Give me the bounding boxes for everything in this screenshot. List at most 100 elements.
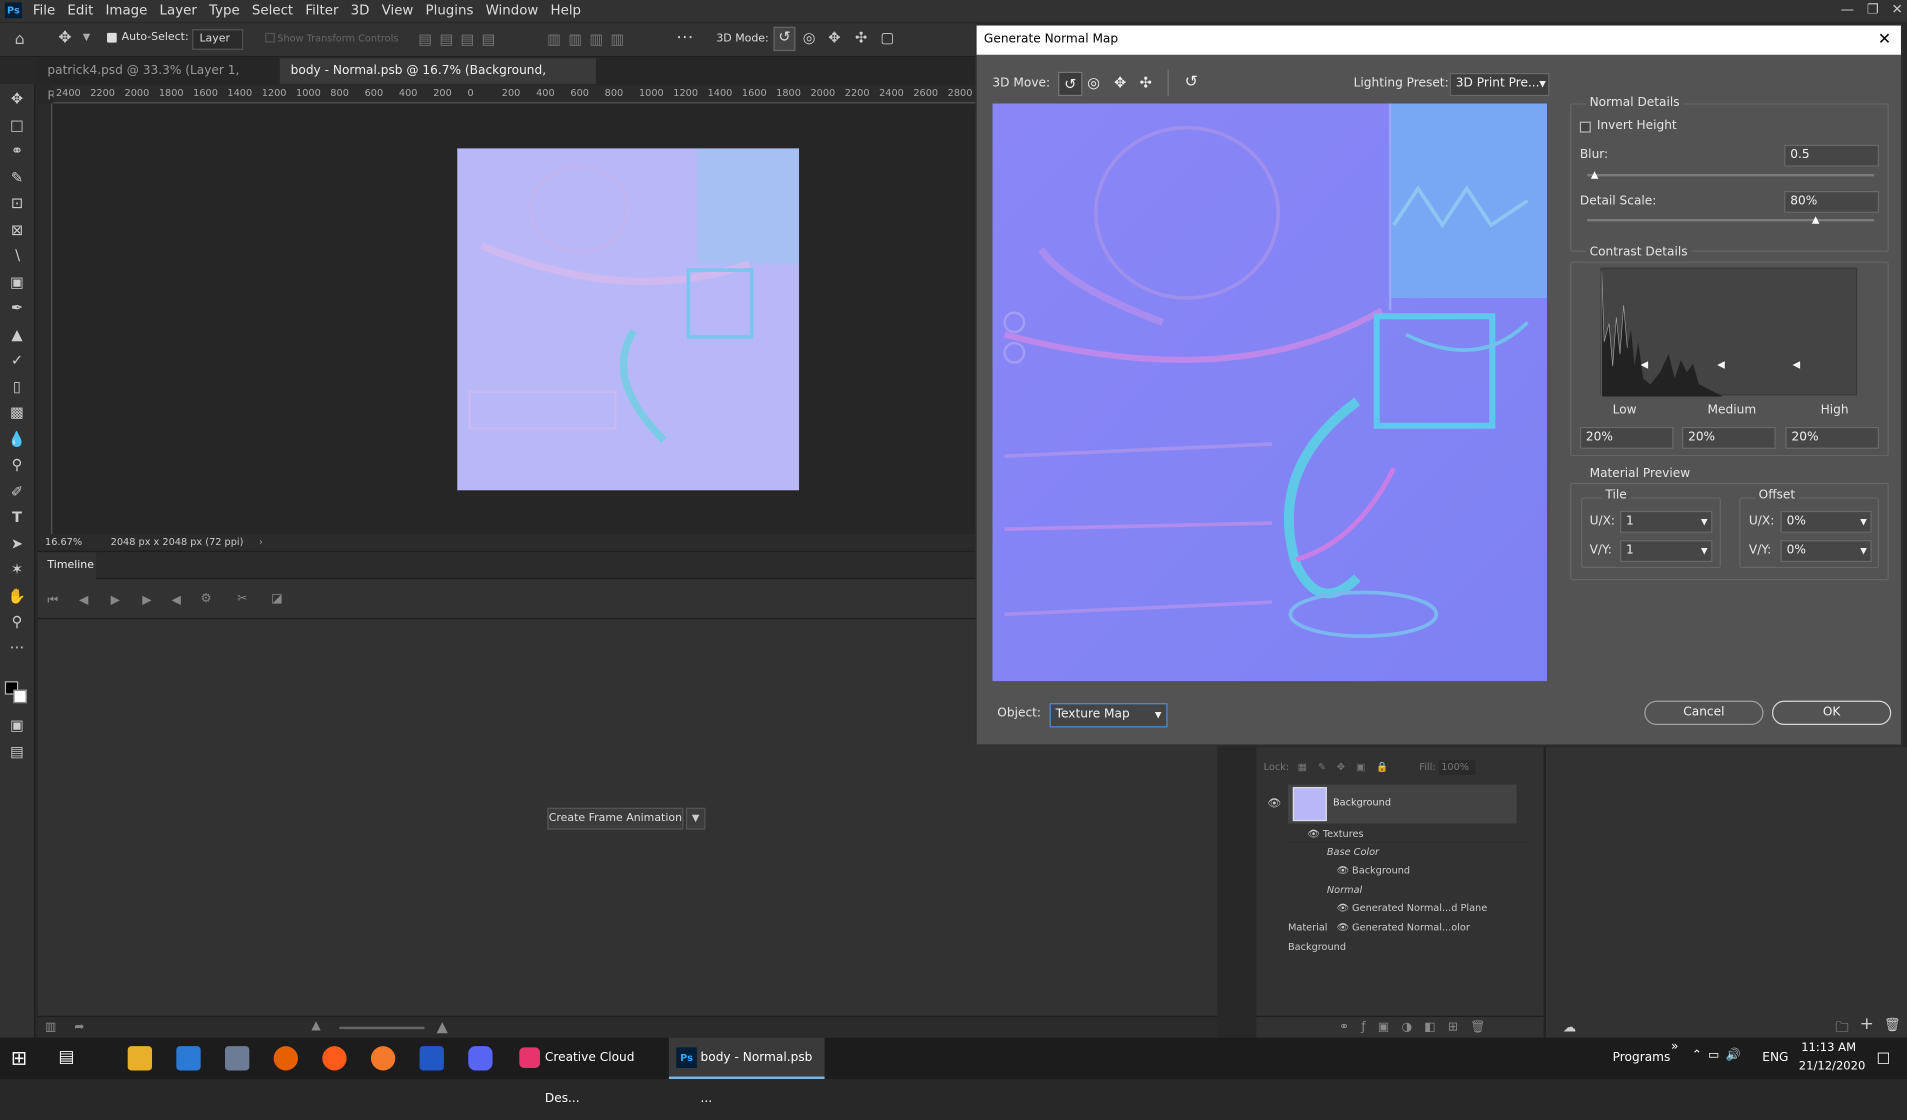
reset-icon[interactable]: ↺ — [1185, 73, 1198, 91]
roll-icon[interactable]: ◎ — [1087, 74, 1100, 91]
chevron-down-icon[interactable]: ▼ — [1701, 541, 1708, 560]
quick-mask-icon[interactable]: ▣ — [6, 716, 28, 733]
create-frame-animation-button[interactable]: Create Frame Animation — [547, 807, 684, 830]
detail-scale-input[interactable]: 80% — [1784, 190, 1880, 213]
discord-icon[interactable] — [468, 1046, 493, 1071]
browser-icon[interactable] — [322, 1046, 347, 1071]
firefox-icon[interactable] — [273, 1046, 298, 1071]
add-icon[interactable]: + — [1860, 1015, 1874, 1034]
zoom-out-icon[interactable]: ▲ — [311, 1019, 320, 1032]
brush-icon[interactable]: ✒ — [6, 299, 28, 316]
high-marker[interactable]: ◀ — [1793, 359, 1800, 370]
drag-3d-icon[interactable]: ✥ — [828, 29, 840, 46]
layer-textures[interactable]: 👁 Textures — [1287, 825, 1527, 844]
menu-edit[interactable]: Edit — [61, 0, 99, 21]
histogram[interactable]: ◀ ◀ ◀ — [1600, 267, 1858, 397]
menu-view[interactable]: View — [376, 0, 420, 21]
blur-slider-handle[interactable]: ▲ — [1591, 169, 1598, 180]
layer-base-background[interactable]: 👁 Background — [1288, 861, 1526, 880]
eraser-icon[interactable]: ▯ — [6, 378, 28, 395]
medium-input[interactable]: 20% — [1682, 426, 1776, 449]
chevron-down-icon[interactable]: ▼ — [1701, 512, 1708, 531]
dodge-icon[interactable]: ⚲ — [6, 456, 28, 473]
chevron-down-icon[interactable]: ▼ — [83, 32, 90, 43]
tile-u-input[interactable]: 1 ▼ — [1619, 510, 1713, 533]
play-icon[interactable]: ▶ — [111, 594, 120, 607]
gradient-icon[interactable]: ▩ — [6, 404, 28, 421]
menu-type[interactable]: Type — [203, 0, 246, 21]
auto-select-checkbox[interactable] — [107, 32, 117, 43]
tray-icons[interactable]: ⌃▭🔊 — [1692, 1049, 1747, 1062]
bootstrap-icon[interactable] — [419, 1046, 444, 1071]
path-select-icon[interactable]: ➤ — [6, 535, 28, 552]
pan-icon[interactable]: ✥ — [1114, 74, 1126, 91]
menu-filter[interactable]: Filter — [299, 0, 344, 21]
blur-input[interactable]: 0.5 — [1784, 144, 1880, 167]
chevron-right-icon[interactable]: » — [1671, 1040, 1678, 1053]
programs-toolbar[interactable]: Programs — [1613, 1051, 1671, 1064]
slide-icon[interactable]: ✣ — [1140, 74, 1152, 91]
low-marker[interactable]: ◀ — [1641, 359, 1648, 370]
marquee-icon[interactable]: □ — [6, 117, 28, 134]
next-frame-icon[interactable]: ▶ — [142, 594, 151, 607]
chevron-down-icon[interactable]: ▼ — [1860, 541, 1867, 560]
lock-icons[interactable]: ▦✎✥▣🔒 — [1298, 757, 1400, 779]
fill-input[interactable]: 100% — [1438, 760, 1476, 775]
canvas-area[interactable] — [53, 104, 976, 535]
layer-dropdown[interactable]: Layer — [192, 29, 244, 50]
object-select[interactable]: Texture Map ▼ — [1049, 703, 1168, 728]
task-view-icon[interactable]: ▤ — [58, 1047, 74, 1066]
eye-icon[interactable]: 👁 — [1337, 903, 1349, 914]
transform-checkbox[interactable] — [265, 32, 275, 43]
3d-tool-icon[interactable]: ✶ — [6, 561, 28, 578]
medium-marker[interactable]: ◀ — [1717, 359, 1724, 370]
blur-slider-track[interactable] — [1587, 173, 1875, 177]
more-options-icon[interactable]: ⋯ — [676, 28, 693, 47]
menu-image[interactable]: Image — [99, 0, 153, 21]
ok-button[interactable]: OK — [1772, 700, 1892, 726]
move-icon[interactable]: ✥ — [6, 90, 28, 107]
eye-icon[interactable]: 👁 — [1337, 865, 1349, 876]
history-brush-icon[interactable]: ✓ — [6, 352, 28, 369]
offset-v-input[interactable]: 0% ▼ — [1780, 540, 1872, 563]
eye-icon[interactable]: 👁 — [1267, 798, 1281, 810]
pen-icon[interactable]: ✐ — [6, 483, 28, 500]
settings-gear-icon[interactable]: ⚙ — [201, 592, 212, 605]
prev-frame-icon[interactable]: ◀ — [79, 594, 88, 607]
frames-icon[interactable]: ▥ — [45, 1021, 56, 1034]
first-frame-icon[interactable]: ⏮ — [47, 594, 58, 607]
audio-icon[interactable]: ◀ — [171, 594, 180, 607]
healing-icon[interactable]: ▣ — [6, 274, 28, 291]
chevron-down-icon[interactable]: ▼ — [1860, 512, 1867, 531]
store-icon[interactable] — [176, 1046, 201, 1071]
eye-icon[interactable]: 👁 — [1337, 922, 1349, 933]
quick-select-icon[interactable]: ✎ — [6, 169, 28, 186]
stamp-icon[interactable]: ▲ — [6, 326, 28, 343]
transition-icon[interactable]: ◪ — [271, 592, 282, 605]
zoom-icon[interactable]: ⚲ — [6, 613, 28, 630]
timeline-tab[interactable]: Timeline — [37, 552, 97, 580]
screen-mode-icon[interactable]: ▤ — [6, 743, 28, 760]
orbit-3d-icon[interactable]: ↺ — [773, 26, 796, 52]
offset-u-input[interactable]: 0% ▼ — [1780, 510, 1872, 533]
close-window-icon[interactable]: ✕ — [1892, 1, 1903, 17]
chevron-down-icon[interactable]: ▼ — [685, 807, 706, 830]
hand-icon[interactable]: ✋ — [6, 588, 28, 605]
taskbar-photoshop[interactable]: Ps body - Normal.psb ... — [668, 1037, 825, 1106]
eyedropper-icon[interactable]: ∖ — [6, 247, 28, 264]
menu-3d[interactable]: 3D — [345, 0, 376, 21]
taskbar-creative-cloud[interactable]: Creative Cloud Des... — [513, 1038, 666, 1106]
cancel-button[interactable]: Cancel — [1644, 700, 1764, 726]
tab-body-normal[interactable]: body - Normal.psb @ 16.7% (Background, R… — [279, 58, 596, 103]
frame-icon[interactable]: ⊠ — [6, 221, 28, 238]
detail-scale-slider-handle[interactable]: ▲ — [1812, 214, 1819, 225]
clock-date[interactable]: 21/12/2020 — [1799, 1060, 1866, 1073]
more-tools-icon[interactable]: ⋯ — [6, 639, 28, 656]
language-indicator[interactable]: ENG — [1762, 1051, 1788, 1064]
orbit-icon[interactable]: ↺ — [1058, 71, 1083, 97]
scissors-icon[interactable]: ✂ — [237, 592, 247, 605]
zoom-slider[interactable] — [339, 1026, 425, 1030]
normal-map-preview[interactable] — [992, 103, 1548, 682]
blender-icon[interactable] — [370, 1046, 396, 1071]
layer-generated-normal-2[interactable]: 👁 Generated Normal...olor Background — [1288, 918, 1526, 952]
